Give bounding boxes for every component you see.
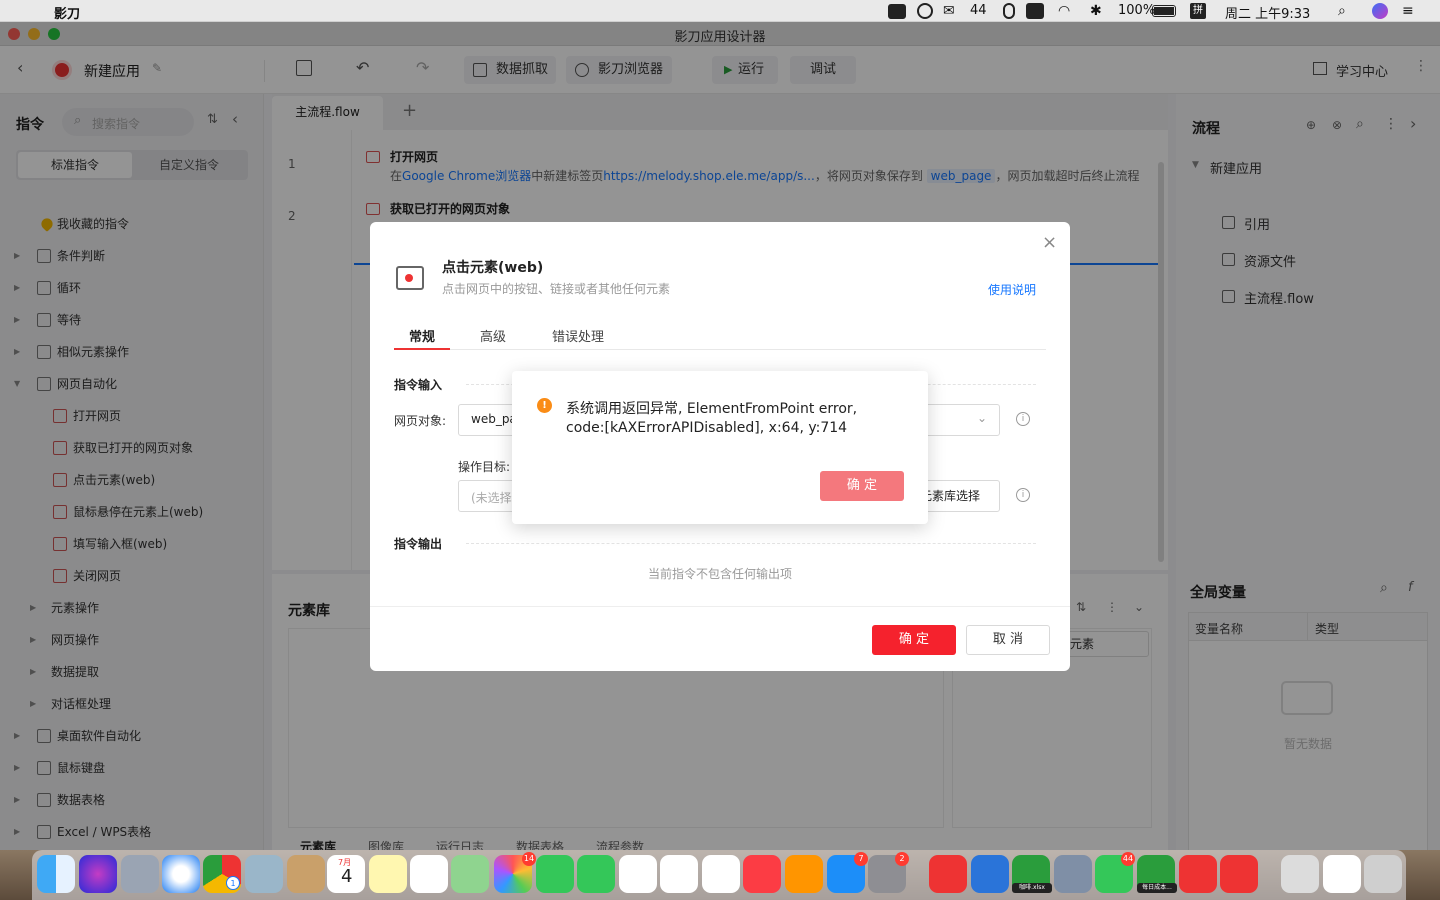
section-divider [466, 543, 1036, 544]
folder-icon[interactable] [1281, 855, 1319, 893]
dialog-subtitle: 点击网页中的按钮、链接或者其他任何元素 [442, 282, 671, 296]
trash-icon[interactable] [1364, 855, 1402, 893]
messages-icon[interactable] [536, 855, 574, 893]
help-link[interactable]: 使用说明 [988, 281, 1036, 298]
dingtalk-icon[interactable] [1179, 855, 1217, 893]
dock-badge: 2 [895, 852, 909, 866]
shadowbot-icon[interactable] [971, 855, 1009, 893]
vpn-icon[interactable] [917, 3, 933, 19]
tab-advanced[interactable]: 高级 [480, 326, 506, 345]
dialog-ok-button[interactable]: 确 定 [872, 625, 956, 655]
target-placeholder: (未选择 [471, 491, 512, 505]
dock-file-label: 每日成本... [1137, 883, 1177, 893]
shield-tray-icon[interactable] [1003, 3, 1015, 19]
dock-badge: 1 [226, 876, 240, 890]
calendar-day: 4 [341, 866, 353, 887]
close-dialog-icon[interactable]: × [1042, 232, 1057, 253]
books-icon[interactable] [785, 855, 823, 893]
tab-general[interactable]: 常规 [394, 326, 450, 350]
web-object-value: web_pa [471, 412, 517, 426]
warning-icon: ! [537, 398, 552, 413]
wifi-icon[interactable]: ◠ [1058, 3, 1070, 19]
ime-indicator[interactable]: 拼 [1190, 3, 1206, 19]
keynote-doc-icon[interactable] [619, 855, 657, 893]
menu-bar: 影刀 ✉ 44 ◠ ✱ 100% 拼 周二 上午9:33 ⌕ ≡ [0, 0, 1440, 22]
dialog-footer-divider [370, 606, 1070, 607]
info-icon[interactable]: i [1016, 488, 1030, 502]
wps-icon[interactable] [929, 855, 967, 893]
info-icon[interactable]: i [1016, 412, 1030, 426]
siri-icon[interactable] [1372, 3, 1388, 19]
image-viewer-icon[interactable] [1054, 855, 1092, 893]
document-icon[interactable] [1323, 855, 1361, 893]
yingdao-icon[interactable] [1220, 855, 1258, 893]
spotlight-search-icon[interactable]: ⌕ [1338, 3, 1346, 19]
notes-icon[interactable] [369, 855, 407, 893]
section-input-title: 指令输入 [394, 378, 443, 392]
clock[interactable]: 周二 上午9:33 [1225, 3, 1310, 22]
alert-message-line1: 系统调用返回异常, ElementFromPoint error, [566, 401, 858, 417]
reminders-icon[interactable] [410, 855, 448, 893]
no-output-text: 当前指令不包含任何输出项 [647, 567, 792, 581]
app-tray-icon[interactable] [1026, 3, 1044, 19]
tab-error-handling[interactable]: 错误处理 [552, 326, 604, 345]
control-center-icon[interactable]: ≡ [1402, 3, 1414, 19]
dialog-cancel-button[interactable]: 取 消 [966, 625, 1050, 655]
dock-badge: 7 [854, 852, 868, 866]
numbers-icon[interactable] [660, 855, 698, 893]
wechat-count: 44 [970, 3, 987, 18]
facetime-icon[interactable] [577, 855, 615, 893]
dock-badge: 14 [522, 852, 536, 866]
preview-icon[interactable] [245, 855, 283, 893]
web-object-label: 网页对象: [394, 414, 447, 428]
battery-icon[interactable] [1152, 5, 1176, 17]
dock-badge: 44 [1121, 852, 1135, 866]
section-output-title: 指令输出 [394, 537, 443, 551]
wechat-tray-icon[interactable]: ✉ [943, 3, 955, 19]
dialog-title: 点击元素(web) [442, 260, 544, 276]
error-alert: ! 系统调用返回异常, ElementFromPoint error, code… [512, 371, 928, 524]
keynote-icon[interactable] [702, 855, 740, 893]
target-label: 操作目标: [458, 460, 511, 474]
contacts-icon[interactable] [287, 855, 325, 893]
music-icon[interactable] [743, 855, 781, 893]
wps-tray-icon[interactable] [888, 4, 906, 19]
bluetooth-icon[interactable]: ✱ [1090, 3, 1102, 19]
click-element-icon [396, 266, 424, 290]
safari-icon[interactable] [162, 855, 200, 893]
chevron-down-icon: ⌄ [977, 411, 988, 425]
siri-icon[interactable] [79, 855, 117, 893]
battery-percent: 100% [1118, 3, 1156, 18]
alert-ok-button[interactable]: 确 定 [820, 471, 904, 501]
alert-message-line2: code:[kAXErrorAPIDisabled], x:64, y:714 [566, 420, 848, 436]
maps-icon[interactable] [451, 855, 489, 893]
dock-file-label: 咖啡.xlsx [1012, 883, 1052, 893]
launchpad-icon[interactable] [121, 855, 159, 893]
dialog-tabs: 常规 高级 错误处理 [394, 326, 1046, 350]
finder-icon[interactable] [37, 855, 75, 893]
menu-app-name[interactable]: 影刀 [54, 3, 80, 22]
